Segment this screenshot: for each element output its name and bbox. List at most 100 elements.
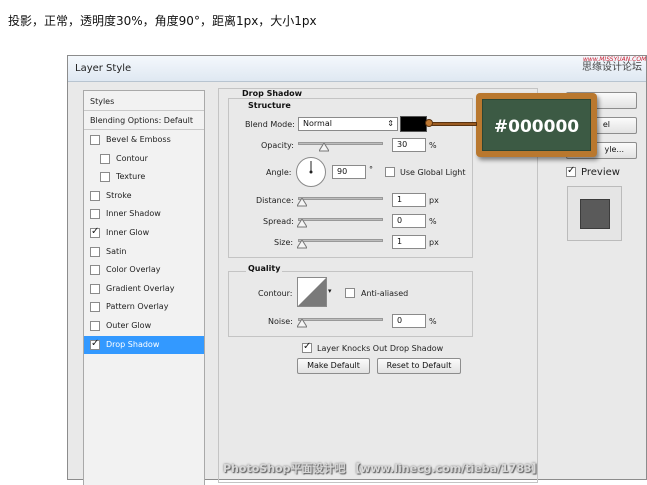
angle-dial[interactable]: [296, 157, 326, 187]
dropdown-arrow-icon: ⇕: [387, 119, 394, 128]
style-item-bevel-emboss[interactable]: Bevel & Emboss: [84, 131, 204, 149]
color-badge: #000000: [476, 93, 597, 157]
dialog-title: Layer Style: [75, 63, 132, 74]
style-item-stroke[interactable]: Stroke: [84, 187, 204, 205]
angle-degree: °: [369, 165, 373, 174]
spread-unit: %: [429, 217, 437, 226]
spread-label: Spread:: [263, 217, 294, 226]
style-checkbox[interactable]: [90, 246, 100, 257]
style-item-label: Pattern Overlay: [106, 302, 169, 312]
style-checkbox[interactable]: [100, 172, 110, 183]
size-input[interactable]: 1: [392, 235, 426, 249]
style-item-inner-shadow[interactable]: Inner Shadow: [84, 205, 204, 223]
preview-swatch: [580, 199, 610, 229]
opacity-unit: %: [429, 141, 437, 150]
use-global-light-label: Use Global Light: [400, 168, 466, 177]
reset-to-default-button[interactable]: Reset to Default: [377, 358, 461, 374]
style-checkbox[interactable]: [90, 190, 100, 201]
style-item-label: Outer Glow: [106, 321, 152, 330]
style-item-label: Gradient Overlay: [106, 283, 175, 293]
quality-title: Quality: [246, 264, 283, 273]
contour-dropdown-arrow-icon[interactable]: ▾: [328, 287, 332, 295]
structure-title: Structure: [248, 101, 291, 110]
preview-frame: [567, 186, 622, 241]
opacity-slider-thumb[interactable]: [318, 142, 330, 154]
opacity-label: Opacity:: [261, 141, 294, 150]
blend-mode-select[interactable]: Normal ⇕: [298, 117, 398, 131]
watermark-top-url: www.MISSYUAN.COM: [583, 56, 647, 63]
opacity-slider[interactable]: [298, 142, 383, 145]
style-item-label: Bevel & Emboss: [106, 135, 171, 144]
style-item-color-overlay[interactable]: Color Overlay: [84, 261, 204, 279]
anti-aliased-checkbox[interactable]: [345, 288, 355, 298]
size-unit: px: [429, 238, 439, 247]
style-item-label: Contour: [116, 153, 148, 163]
opacity-input[interactable]: 30: [392, 138, 426, 152]
style-checkbox[interactable]: ✓: [90, 226, 100, 238]
distance-input[interactable]: 1: [392, 193, 426, 207]
style-checkbox[interactable]: [100, 153, 110, 164]
noise-slider[interactable]: [298, 318, 383, 321]
style-checkbox[interactable]: [90, 321, 100, 331]
titlebar: Layer Style 思缘设计论坛: [68, 56, 646, 82]
style-item-label: Inner Glow: [106, 228, 150, 237]
style-checkbox[interactable]: ✓: [90, 338, 100, 350]
style-item-label: Texture: [116, 172, 146, 182]
color-badge-text: #000000: [493, 117, 580, 137]
style-item-contour[interactable]: Contour: [84, 150, 204, 168]
badge-connector-line: [427, 122, 477, 126]
spread-slider[interactable]: [298, 218, 383, 221]
use-global-light-checkbox[interactable]: [385, 167, 395, 177]
style-checkbox[interactable]: [90, 283, 100, 294]
make-default-button[interactable]: Make Default: [297, 358, 370, 374]
blending-options-item[interactable]: Blending Options: Default: [84, 112, 204, 130]
style-item-drop-shadow[interactable]: ✓ Drop Shadow: [84, 335, 204, 354]
distance-label: Distance:: [256, 196, 294, 205]
noise-slider-thumb[interactable]: [296, 318, 308, 330]
quality-panel: [228, 271, 473, 337]
style-item-label: Stroke: [106, 190, 132, 200]
distance-slider[interactable]: [298, 197, 383, 200]
noise-input[interactable]: 0: [392, 314, 426, 328]
preview-checkbox[interactable]: ✓: [566, 165, 576, 177]
contour-label: Contour:: [258, 289, 293, 298]
contour-picker[interactable]: [297, 277, 327, 307]
check-icon: ✓: [567, 165, 576, 176]
shadow-color-swatch[interactable]: [400, 116, 427, 132]
angle-input[interactable]: 90: [332, 165, 366, 179]
size-slider[interactable]: [298, 239, 383, 242]
knocks-out-checkbox[interactable]: ✓: [302, 341, 312, 353]
style-checkbox[interactable]: [90, 302, 100, 313]
blend-mode-label: Blend Mode:: [245, 120, 295, 129]
size-slider-thumb[interactable]: [296, 239, 308, 251]
spread-slider-thumb[interactable]: [296, 218, 308, 230]
distance-unit: px: [429, 196, 439, 205]
badge-connector-dot: [425, 119, 433, 127]
style-item-gradient-overlay[interactable]: Gradient Overlay: [84, 280, 204, 298]
style-checkbox[interactable]: [90, 209, 100, 220]
check-icon: ✓: [91, 226, 100, 237]
style-item-label: Drop Shadow: [106, 339, 160, 349]
styles-header[interactable]: Styles: [84, 93, 204, 111]
check-icon: ✓: [303, 341, 312, 352]
style-item-outer-glow[interactable]: Outer Glow: [84, 317, 204, 335]
styles-list: Styles Blending Options: Default Bevel &…: [83, 90, 205, 485]
style-item-pattern-overlay[interactable]: Pattern Overlay: [84, 298, 204, 316]
style-item-label: Inner Shadow: [106, 209, 161, 219]
style-item-texture[interactable]: Texture: [84, 168, 204, 186]
style-checkbox[interactable]: [90, 135, 100, 145]
noise-unit: %: [429, 317, 437, 326]
knocks-out-label: Layer Knocks Out Drop Shadow: [317, 344, 444, 353]
distance-slider-thumb[interactable]: [296, 197, 308, 209]
drop-shadow-title: Drop Shadow: [240, 89, 305, 98]
noise-label: Noise:: [268, 317, 293, 326]
preview-label: Preview: [581, 167, 620, 178]
style-item-inner-glow[interactable]: ✓ Inner Glow: [84, 224, 204, 242]
style-item-satin[interactable]: Satin: [84, 243, 204, 261]
angle-label: Angle:: [266, 168, 292, 177]
style-item-label: Satin: [106, 246, 127, 256]
style-item-label: Color Overlay: [106, 265, 161, 275]
spread-input[interactable]: 0: [392, 214, 426, 228]
style-checkbox[interactable]: [90, 265, 100, 276]
size-label: Size:: [274, 238, 294, 247]
